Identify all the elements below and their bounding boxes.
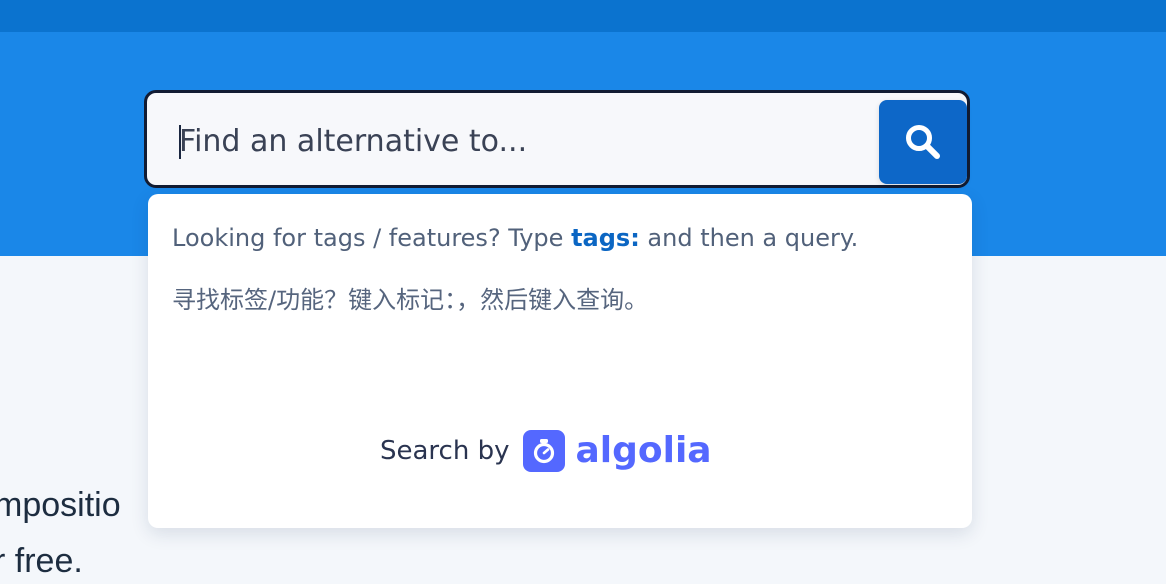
tags-hint-chinese: 寻找标签/功能？键入标记：，然后键入查询。 (172, 286, 649, 314)
tags-keyword: tags: (571, 224, 640, 252)
tags-hint-english: Looking for tags / features? Type tags: … (172, 224, 952, 252)
algolia-logo[interactable]: algolia (523, 430, 712, 472)
background-text-line-2: r free. (0, 542, 83, 580)
search-provider-footer[interactable]: Search by algolia (380, 426, 740, 476)
page: mpositio r free. Looking for tags / feat… (0, 0, 1166, 584)
search-suggestions-dropdown: Looking for tags / features? Type tags: … (148, 194, 972, 528)
search-icon (906, 125, 940, 159)
algolia-wordmark: algolia (575, 430, 712, 471)
tags-hint-suffix: and then a query. (639, 224, 859, 252)
search-input[interactable] (177, 115, 871, 167)
background-text-line-1: mpositio (0, 486, 121, 524)
algolia-stopwatch-icon (523, 430, 566, 472)
top-nav-strip (0, 0, 1166, 32)
search-box (144, 90, 970, 188)
search-by-label: Search by (380, 436, 510, 466)
tags-hint-prefix: Looking for tags / features? Type (172, 224, 572, 252)
search-button[interactable] (879, 100, 967, 184)
